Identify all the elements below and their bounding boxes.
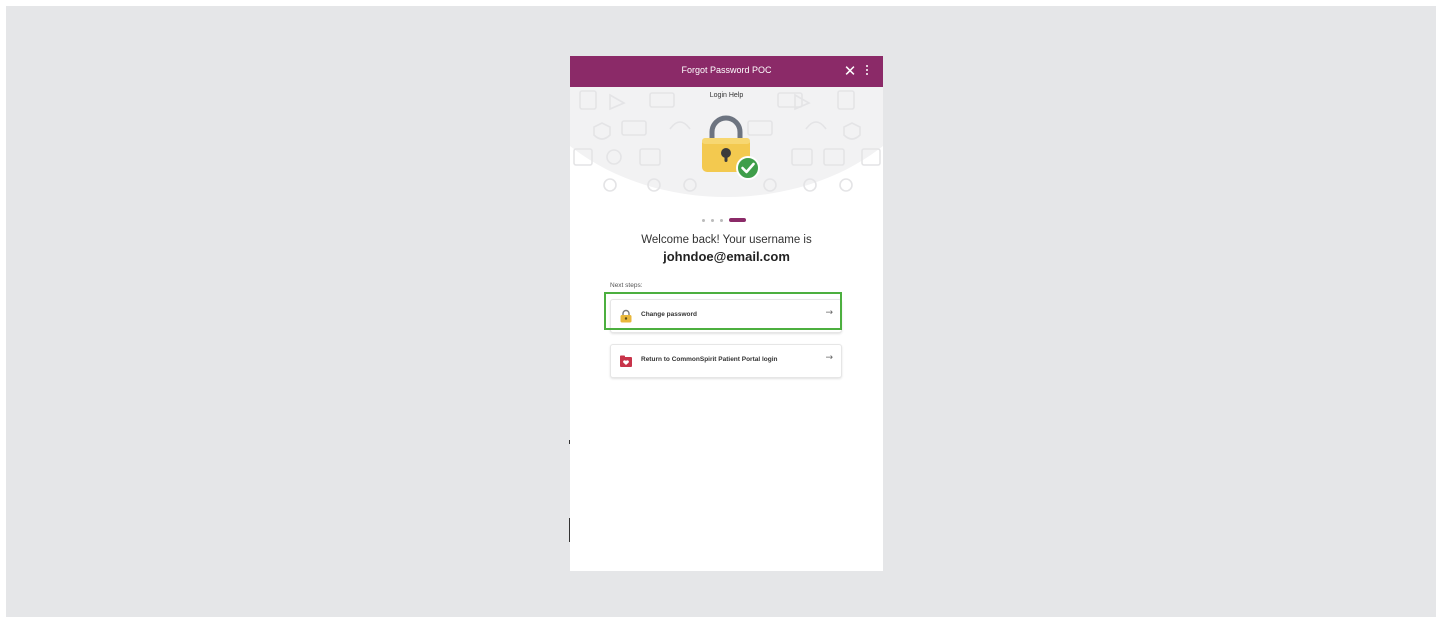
- kebab-menu-icon[interactable]: [864, 65, 870, 77]
- lock-icon: [620, 309, 632, 323]
- next-steps-label: Next steps:: [610, 282, 643, 289]
- phone-screen: Forgot Password POC ✕ Login Help Welcome…: [570, 56, 883, 571]
- change-password-button[interactable]: Change password →: [610, 299, 842, 333]
- hero-header: Login Help: [570, 87, 883, 197]
- arrow-right-icon: →: [825, 353, 833, 363]
- window-title: Forgot Password POC: [681, 65, 772, 75]
- hero-subtitle: Login Help: [709, 92, 744, 99]
- step-indicator: [702, 217, 752, 223]
- step-dot: [702, 219, 705, 222]
- username-value: johndoe@email.com: [663, 249, 790, 264]
- return-to-portal-label: Return to CommonSpirit Patient Portal lo…: [641, 356, 778, 363]
- return-to-portal-button[interactable]: Return to CommonSpirit Patient Portal lo…: [610, 344, 842, 378]
- close-icon[interactable]: ✕: [842, 61, 858, 81]
- step-dot: [720, 219, 723, 222]
- welcome-message: Welcome back! Your username is: [641, 234, 812, 246]
- step-dot-active: [729, 218, 746, 222]
- arrow-right-icon: →: [825, 308, 833, 318]
- title-bar: Forgot Password POC ✕: [570, 56, 883, 87]
- step-dot: [711, 219, 714, 222]
- change-password-label: Change password: [641, 311, 697, 318]
- portal-icon: [620, 355, 632, 367]
- padlock-check-icon: [702, 115, 760, 180]
